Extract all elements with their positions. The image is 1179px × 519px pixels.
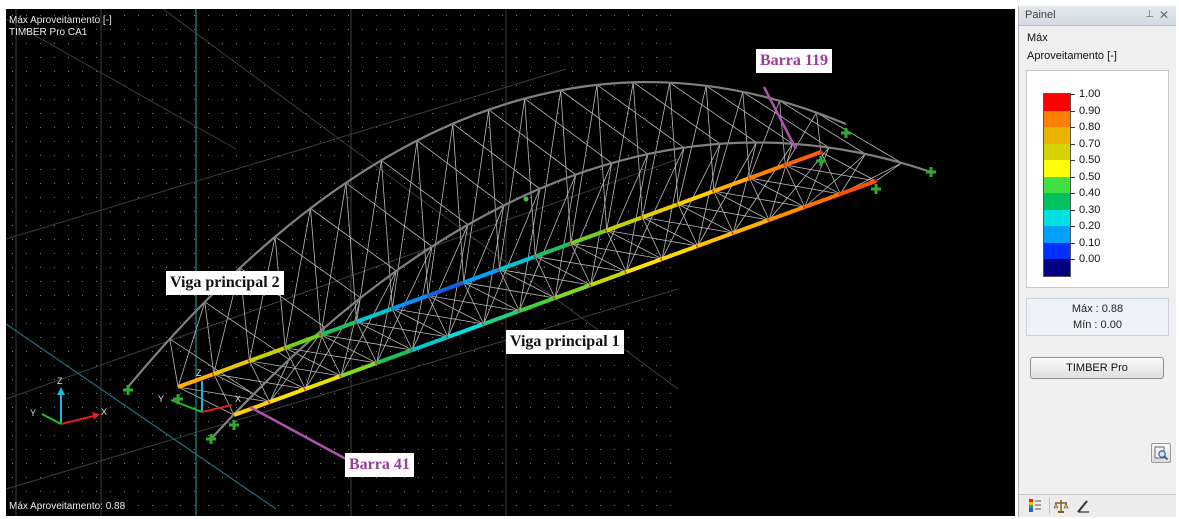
load-case-label: TIMBER Pro CA1	[9, 27, 88, 38]
max-value: Máx : 0.88	[1071, 303, 1124, 315]
diagonal	[713, 91, 744, 192]
legend-swatch	[1044, 143, 1070, 160]
legend-value: 0.70	[1079, 137, 1101, 150]
panel-title: Painel	[1025, 9, 1056, 21]
hanger	[779, 100, 786, 166]
panel-footer	[1019, 494, 1176, 517]
dot-grid	[6, 9, 678, 516]
callout-leader-barra-119	[762, 86, 798, 150]
close-icon[interactable]: ✕	[1159, 8, 1169, 22]
legend-tick	[1070, 176, 1075, 178]
beam-segment	[732, 218, 770, 235]
legend-value: 0.40	[1079, 187, 1101, 199]
zoom-button[interactable]	[1151, 443, 1171, 463]
color-scale-icon[interactable]	[1027, 498, 1043, 514]
legend-swatch	[1044, 110, 1070, 127]
bridge-model[interactable]: Z X Y Z X Y	[6, 9, 1015, 516]
legend-tick	[1070, 259, 1075, 260]
support-icon	[841, 128, 851, 138]
svg-text:X: X	[235, 394, 241, 404]
legend-swatch	[1044, 127, 1070, 144]
support-icon	[816, 156, 826, 166]
legend-value: 0.30	[1079, 203, 1101, 216]
legend-tick	[1070, 94, 1075, 95]
control-panel: Painel ⊥ ✕ Máx Aproveitamento [-] 1.00 0.…	[1018, 6, 1176, 517]
legend-tick	[1070, 193, 1075, 194]
legend-tick	[1070, 110, 1075, 112]
svg-text:Y: Y	[30, 408, 36, 418]
cross-beam	[713, 190, 770, 221]
callout-viga-principal-2: Viga principal 2	[166, 271, 284, 295]
panel-header: Painel ⊥ ✕	[1019, 6, 1176, 26]
diagonal	[733, 143, 793, 234]
max-value-status: Máx Aproveitamento: 0.88	[9, 501, 126, 512]
color-legend: 1.00 0.90 0.80 0.70 0.50 0.50 0.40 0.30 0.20 0.10…	[1026, 70, 1169, 288]
cross-beam	[820, 151, 877, 182]
svg-text:X: X	[101, 407, 107, 417]
legend-swatch	[1044, 94, 1070, 111]
legend-value: 0.10	[1079, 236, 1101, 249]
beam-segment	[803, 192, 842, 209]
node	[874, 179, 878, 183]
svg-text:Z: Z	[196, 368, 202, 378]
pencil-icon[interactable]	[1075, 498, 1091, 514]
callout-barra-41: Barra 41	[345, 453, 414, 477]
legend-swatch	[1044, 259, 1070, 276]
node	[819, 150, 823, 154]
beam-segment	[839, 179, 877, 196]
deck-brace	[784, 164, 806, 208]
balance-icon[interactable]	[1049, 498, 1069, 514]
legend-tick	[1070, 226, 1075, 227]
extreme-values-box: Máx : 0.88 Mín : 0.00	[1026, 298, 1169, 336]
legend-value: 0.20	[1079, 220, 1101, 232]
diagonal	[804, 153, 866, 208]
pin-icon[interactable]: ⊥	[1145, 9, 1154, 20]
legend-value: 0.00	[1079, 253, 1101, 265]
support-icon	[871, 184, 881, 194]
diagonal	[749, 100, 780, 179]
deck-brace	[820, 151, 841, 195]
min-value: Mín : 0.00	[1073, 319, 1122, 331]
legend-swatch	[1044, 176, 1070, 193]
hanger	[732, 142, 757, 234]
graphics-viewport[interactable]: Z X Y Z X Y Máx Aproveitamento [-] TIMBE…	[6, 9, 1015, 516]
legend-swatch	[1044, 226, 1070, 243]
legend-value: 0.90	[1079, 104, 1101, 117]
deck-brace	[677, 204, 699, 247]
app-window: Z X Y Z X Y Máx Aproveitamento [-] TIMBE…	[0, 0, 1179, 517]
beam-segment	[748, 163, 786, 180]
legend-tick	[1070, 127, 1075, 128]
callout-barra-119: Barra 119	[756, 49, 832, 73]
result-type-label: Máx	[1027, 32, 1048, 44]
timber-pro-button[interactable]: TIMBER Pro	[1030, 357, 1164, 379]
beam-segment	[784, 150, 822, 167]
legend-value: 0.50	[1079, 154, 1101, 166]
beam-segment	[696, 231, 735, 248]
result-type-label: Aproveitamento [-]	[1027, 50, 1117, 62]
legend-swatch	[1044, 193, 1070, 210]
legend-swatch	[1044, 242, 1070, 259]
legend-value: 0.80	[1079, 121, 1101, 133]
hanger	[875, 162, 903, 182]
svg-text:Z: Z	[57, 376, 63, 386]
legend-tick	[1070, 242, 1075, 244]
legend-value: 1.00	[1079, 88, 1101, 100]
legend-swatch	[1044, 160, 1070, 177]
magnifier-icon	[1154, 446, 1169, 461]
legend-tick	[1070, 209, 1075, 211]
model-center-marker	[523, 196, 529, 202]
legend-color-scale	[1043, 93, 1071, 277]
callout-viga-principal-1: Viga principal 1	[506, 330, 624, 354]
cross-beam	[749, 177, 805, 208]
result-title: Máx Aproveitamento [-]	[9, 15, 112, 26]
svg-text:Y: Y	[158, 394, 164, 404]
legend-tick	[1070, 160, 1075, 161]
arch-brace	[816, 112, 903, 164]
legend-tick	[1070, 143, 1075, 145]
legend-value: 0.50	[1079, 170, 1101, 183]
legend-swatch	[1044, 209, 1070, 226]
support-icon	[926, 167, 936, 177]
cross-beam	[785, 164, 841, 195]
